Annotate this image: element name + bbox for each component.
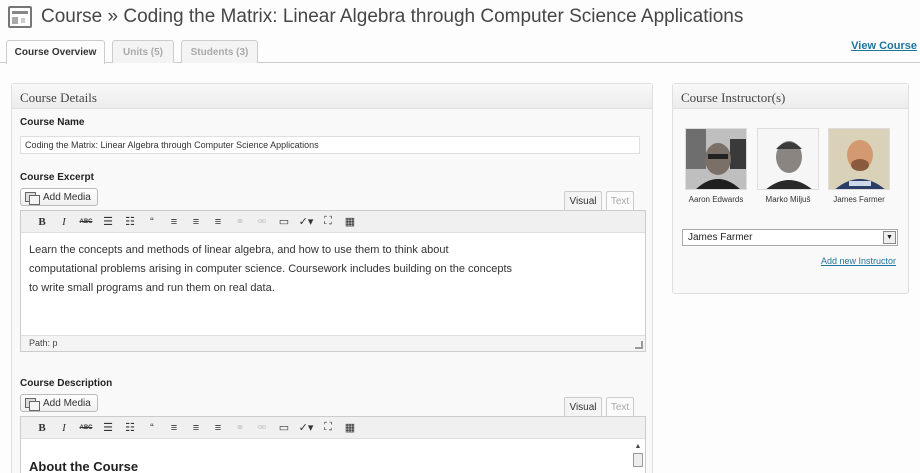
align-center-icon[interactable]: ≡: [185, 213, 207, 231]
excerpt-add-media-button[interactable]: Add Media: [20, 188, 98, 206]
course-details-panel: Course Details Course Name Coding the Ma…: [11, 83, 653, 473]
view-course-link[interactable]: View Course: [851, 40, 917, 52]
tab-units[interactable]: Units (5): [112, 40, 174, 63]
scroll-up-icon[interactable]: ▲: [633, 443, 643, 451]
spellcheck-icon[interactable]: ✓▾: [295, 213, 317, 231]
chevron-down-icon[interactable]: ▼: [883, 231, 896, 244]
course-name-input[interactable]: Coding the Matrix: Linear Algebra throug…: [20, 136, 640, 154]
course-instructors-panel: Course Instructor(s) Aaron Edwards Marko…: [672, 83, 909, 294]
instructor-card[interactable]: Aaron Edwards: [684, 128, 748, 204]
strikethrough-icon[interactable]: ABC: [75, 419, 97, 437]
align-right-icon[interactable]: ≡: [207, 419, 229, 437]
excerpt-content[interactable]: Learn the concepts and methods of linear…: [21, 233, 645, 306]
course-page-icon: [8, 6, 32, 28]
unlink-icon[interactable]: ⚮: [251, 213, 273, 231]
instructor-select[interactable]: James Farmer ▼: [682, 229, 898, 246]
course-name-label: Course Name: [20, 117, 85, 128]
excerpt-line: Learn the concepts and methods of linear…: [29, 244, 449, 256]
description-add-media-button[interactable]: Add Media: [20, 394, 98, 412]
instructor-card[interactable]: James Farmer: [827, 128, 891, 204]
description-scrollbar[interactable]: ▲: [633, 443, 643, 473]
instructors-heading: Course Instructor(s): [673, 84, 908, 109]
add-media-icon: [25, 191, 40, 205]
avatar-icon: [686, 129, 746, 189]
description-heading: About the Course: [29, 459, 139, 473]
kitchen-sink-icon[interactable]: ▦: [339, 213, 361, 231]
description-text-tab[interactable]: Text: [606, 397, 634, 416]
blockquote-icon[interactable]: “: [141, 419, 163, 437]
more-tag-icon[interactable]: ▭: [273, 213, 295, 231]
bold-icon[interactable]: B: [31, 213, 53, 231]
excerpt-editor[interactable]: B I ABC ☰ ☷ “ ≡ ≡ ≡ ⚭ ⚮ ▭ ✓▾ ⛶ ▦ Learn t…: [20, 210, 646, 352]
instructor-select-value: James Farmer: [688, 232, 753, 243]
page-title: Course » Coding the Matrix: Linear Algeb…: [41, 6, 744, 27]
course-tabs: Course Overview Units (5) Students (3): [0, 40, 920, 64]
bullet-list-icon[interactable]: ☰: [97, 213, 119, 231]
align-left-icon[interactable]: ≡: [163, 213, 185, 231]
link-icon[interactable]: ⚭: [229, 419, 251, 437]
italic-icon[interactable]: I: [53, 213, 75, 231]
course-editor-page: Course » Coding the Matrix: Linear Algeb…: [0, 0, 920, 473]
numbered-list-icon[interactable]: ☷: [119, 213, 141, 231]
avatar-icon: [829, 129, 889, 189]
excerpt-line: computational problems arising in comput…: [29, 263, 513, 275]
avatar: [757, 128, 819, 190]
avatar: [828, 128, 890, 190]
scroll-thumb[interactable]: [633, 453, 643, 467]
add-new-instructor-link[interactable]: Add new Instructor: [821, 256, 896, 266]
description-toolbar: B I ABC ☰ ☷ “ ≡ ≡ ≡ ⚭ ⚮ ▭ ✓▾ ⛶ ▦: [21, 417, 645, 439]
italic-icon[interactable]: I: [53, 419, 75, 437]
excerpt-line: to write small programs and run them on …: [29, 282, 275, 294]
add-media-label: Add Media: [43, 191, 91, 203]
fullscreen-icon[interactable]: ⛶: [317, 213, 339, 231]
path-label: Path: p: [29, 338, 58, 348]
add-media-icon: [25, 397, 40, 411]
blockquote-icon[interactable]: “: [141, 213, 163, 231]
unlink-icon[interactable]: ⚮: [251, 419, 273, 437]
add-media-label: Add Media: [43, 397, 91, 409]
numbered-list-icon[interactable]: ☷: [119, 419, 141, 437]
instructor-name: Aaron Edwards: [688, 195, 744, 204]
course-description-label: Course Description: [20, 378, 113, 389]
course-details-heading: Course Details: [12, 84, 652, 109]
align-right-icon[interactable]: ≡: [207, 213, 229, 231]
align-left-icon[interactable]: ≡: [163, 419, 185, 437]
description-visual-tab[interactable]: Visual: [564, 397, 602, 416]
bold-icon[interactable]: B: [31, 419, 53, 437]
instructor-name: Marko Miljuš: [765, 195, 811, 204]
instructor-name: James Farmer: [833, 195, 885, 204]
editor-path-bar: Path: p: [21, 335, 645, 351]
resize-handle-icon[interactable]: [635, 341, 643, 349]
avatar-icon: [758, 129, 818, 189]
course-excerpt-label: Course Excerpt: [20, 172, 94, 183]
page-header: Course » Coding the Matrix: Linear Algeb…: [8, 4, 743, 30]
excerpt-text-tab[interactable]: Text: [606, 191, 634, 210]
excerpt-visual-tab[interactable]: Visual: [564, 191, 602, 210]
tab-students[interactable]: Students (3): [181, 40, 258, 63]
bullet-list-icon[interactable]: ☰: [97, 419, 119, 437]
avatar: [685, 128, 747, 190]
align-center-icon[interactable]: ≡: [185, 419, 207, 437]
instructor-card[interactable]: Marko Miljuš: [756, 128, 820, 204]
fullscreen-icon[interactable]: ⛶: [317, 419, 339, 437]
link-icon[interactable]: ⚭: [229, 213, 251, 231]
strikethrough-icon[interactable]: ABC: [75, 213, 97, 231]
kitchen-sink-icon[interactable]: ▦: [339, 419, 361, 437]
more-tag-icon[interactable]: ▭: [273, 419, 295, 437]
excerpt-toolbar: B I ABC ☰ ☷ “ ≡ ≡ ≡ ⚭ ⚮ ▭ ✓▾ ⛶ ▦: [21, 211, 645, 233]
tab-course-overview[interactable]: Course Overview: [6, 40, 105, 64]
description-editor[interactable]: B I ABC ☰ ☷ “ ≡ ≡ ≡ ⚭ ⚮ ▭ ✓▾ ⛶ ▦ About t…: [20, 416, 646, 473]
spellcheck-icon[interactable]: ✓▾: [295, 419, 317, 437]
